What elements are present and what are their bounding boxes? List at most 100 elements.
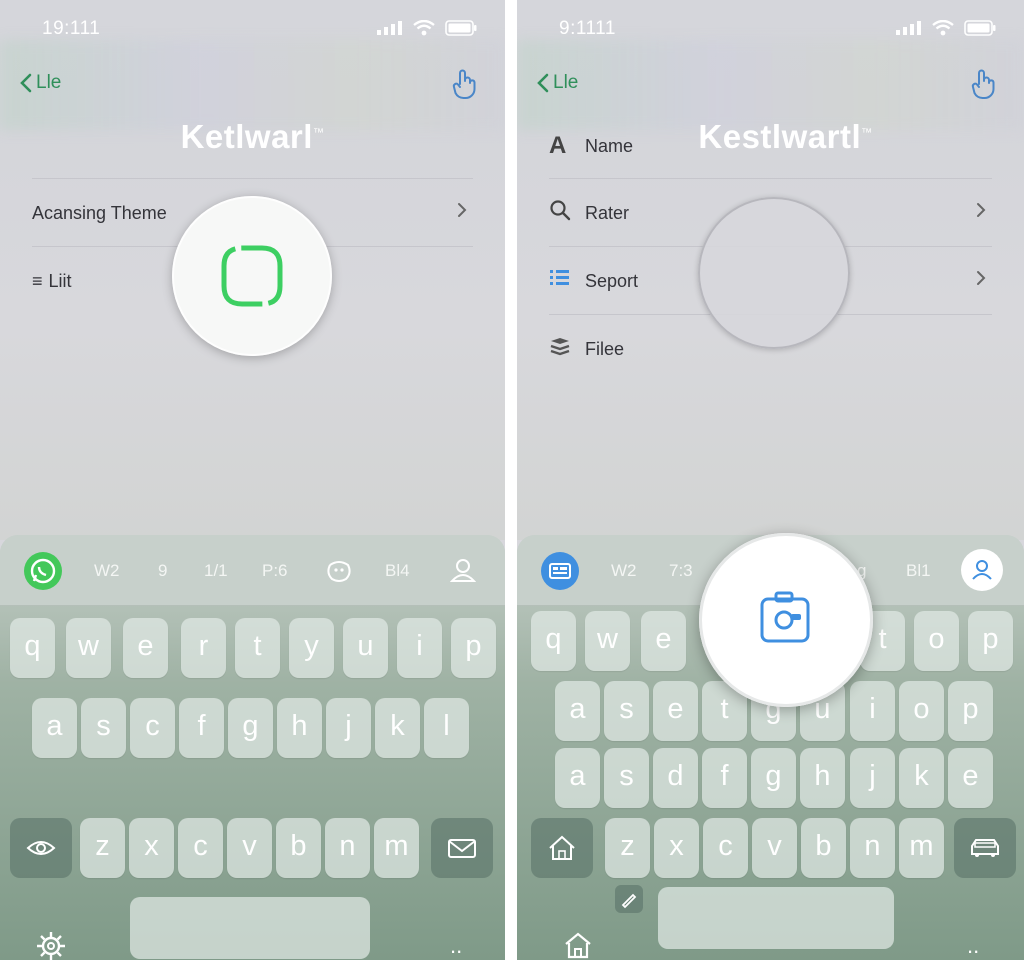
key[interactable]: s — [81, 698, 126, 758]
key[interactable]: u — [343, 618, 388, 678]
key[interactable]: h — [277, 698, 322, 758]
key[interactable]: h — [800, 748, 845, 808]
key[interactable]: g — [751, 748, 796, 808]
key[interactable]: e — [653, 681, 698, 741]
key[interactable]: f — [179, 698, 224, 758]
key[interactable]: z — [80, 818, 125, 878]
navigation-bar: Lle — [517, 66, 1024, 106]
key[interactable]: b — [276, 818, 321, 878]
more-dots[interactable]: .. — [967, 933, 979, 959]
keyboard-app-icon[interactable] — [541, 552, 579, 590]
suggestion-item[interactable]: W2 — [611, 561, 637, 581]
key[interactable]: z — [605, 818, 650, 878]
hand-pointer-icon — [971, 69, 995, 99]
key[interactable]: x — [654, 818, 699, 878]
key[interactable]: b — [801, 818, 846, 878]
key[interactable]: c — [130, 698, 175, 758]
hand-gesture-button[interactable] — [451, 68, 477, 105]
chevron-right-icon — [457, 201, 467, 224]
camera-icon — [760, 591, 810, 643]
back-label: Lle — [553, 72, 579, 93]
key[interactable]: x — [129, 818, 174, 878]
key[interactable]: k — [375, 698, 420, 758]
whatsapp-icon[interactable] — [24, 552, 62, 590]
eye-icon — [26, 841, 56, 855]
key[interactable]: i — [397, 618, 442, 678]
car-key[interactable] — [954, 818, 1016, 878]
key[interactable]: e — [641, 611, 686, 671]
row-label-text: Liit — [48, 271, 72, 291]
chevron-right-icon — [976, 269, 986, 292]
key[interactable]: o — [899, 681, 944, 741]
key[interactable]: s — [604, 681, 649, 741]
key[interactable]: j — [850, 748, 895, 808]
back-button[interactable]: Lle — [537, 72, 578, 94]
row-label: Acansing Theme — [32, 203, 167, 223]
key[interactable]: a — [555, 748, 600, 808]
key[interactable]: d — [653, 748, 698, 808]
key[interactable]: q — [10, 618, 55, 678]
person-icon[interactable] — [449, 557, 477, 588]
key[interactable]: g — [228, 698, 273, 758]
home-key[interactable] — [531, 818, 593, 878]
space-bar[interactable] — [130, 897, 370, 959]
key[interactable]: n — [325, 818, 370, 878]
key[interactable]: a — [555, 681, 600, 741]
suggestion-item[interactable]: P:6 — [262, 561, 288, 581]
phone-screen-right: 9:1111 Lle Kestlwartl™ A Name Rater Sepo… — [517, 0, 1024, 960]
settings-key[interactable] — [10, 818, 72, 878]
key[interactable]: j — [326, 698, 371, 758]
more-dots[interactable]: .. — [450, 933, 462, 959]
suggestion-item[interactable]: W2 — [94, 561, 120, 581]
space-bar[interactable] — [658, 887, 894, 949]
page-title: Ketlwarl™ — [0, 118, 505, 156]
emoji-face-icon[interactable] — [326, 559, 352, 588]
key[interactable]: p — [968, 611, 1013, 671]
key[interactable]: v — [752, 818, 797, 878]
key[interactable]: r — [181, 618, 226, 678]
wifi-icon — [932, 20, 954, 36]
suggestion-item[interactable]: Bl1 — [906, 561, 931, 581]
key[interactable]: m — [374, 818, 419, 878]
key[interactable]: e — [123, 618, 168, 678]
key[interactable]: p — [948, 681, 993, 741]
gear-icon[interactable] — [34, 929, 68, 960]
key[interactable]: o — [914, 611, 959, 671]
key[interactable]: c — [178, 818, 223, 878]
key[interactable]: i — [850, 681, 895, 741]
suggestion-item[interactable]: 7:3 — [669, 561, 693, 581]
car-icon — [971, 839, 999, 857]
hand-gesture-button[interactable] — [970, 68, 996, 105]
back-button[interactable]: Lle — [20, 72, 61, 94]
key[interactable]: p — [451, 618, 496, 678]
key[interactable]: t — [235, 618, 280, 678]
suggestion-item[interactable]: 1/1 — [204, 561, 228, 581]
suggestion-item[interactable]: Bl4 — [385, 561, 410, 581]
mail-key[interactable] — [431, 818, 493, 878]
key[interactable]: e — [948, 748, 993, 808]
key[interactable]: w — [66, 618, 111, 678]
key[interactable]: a — [32, 698, 77, 758]
menu-lines-icon: ≡ — [32, 271, 43, 291]
key[interactable]: c — [703, 818, 748, 878]
rounded-square-icon — [221, 245, 283, 307]
profile-avatar-icon[interactable] — [961, 549, 1003, 591]
status-time: 9:1111 — [559, 18, 616, 39]
row-label: Name — [585, 136, 634, 156]
magnifier-loupe-empty — [698, 197, 850, 349]
key[interactable]: k — [899, 748, 944, 808]
row-label: ≡ Liit — [32, 271, 72, 292]
key[interactable]: l — [424, 698, 469, 758]
key[interactable]: q — [531, 611, 576, 671]
suggestion-item[interactable]: 9 — [158, 561, 167, 581]
key[interactable]: w — [585, 611, 630, 671]
key[interactable]: n — [850, 818, 895, 878]
settings-row-name[interactable]: A Name — [549, 112, 992, 180]
pencil-icon[interactable] — [615, 885, 643, 913]
key[interactable]: m — [899, 818, 944, 878]
key[interactable]: v — [227, 818, 272, 878]
key[interactable]: f — [702, 748, 747, 808]
key[interactable]: y — [289, 618, 334, 678]
home-icon[interactable] — [563, 931, 593, 960]
key[interactable]: s — [604, 748, 649, 808]
